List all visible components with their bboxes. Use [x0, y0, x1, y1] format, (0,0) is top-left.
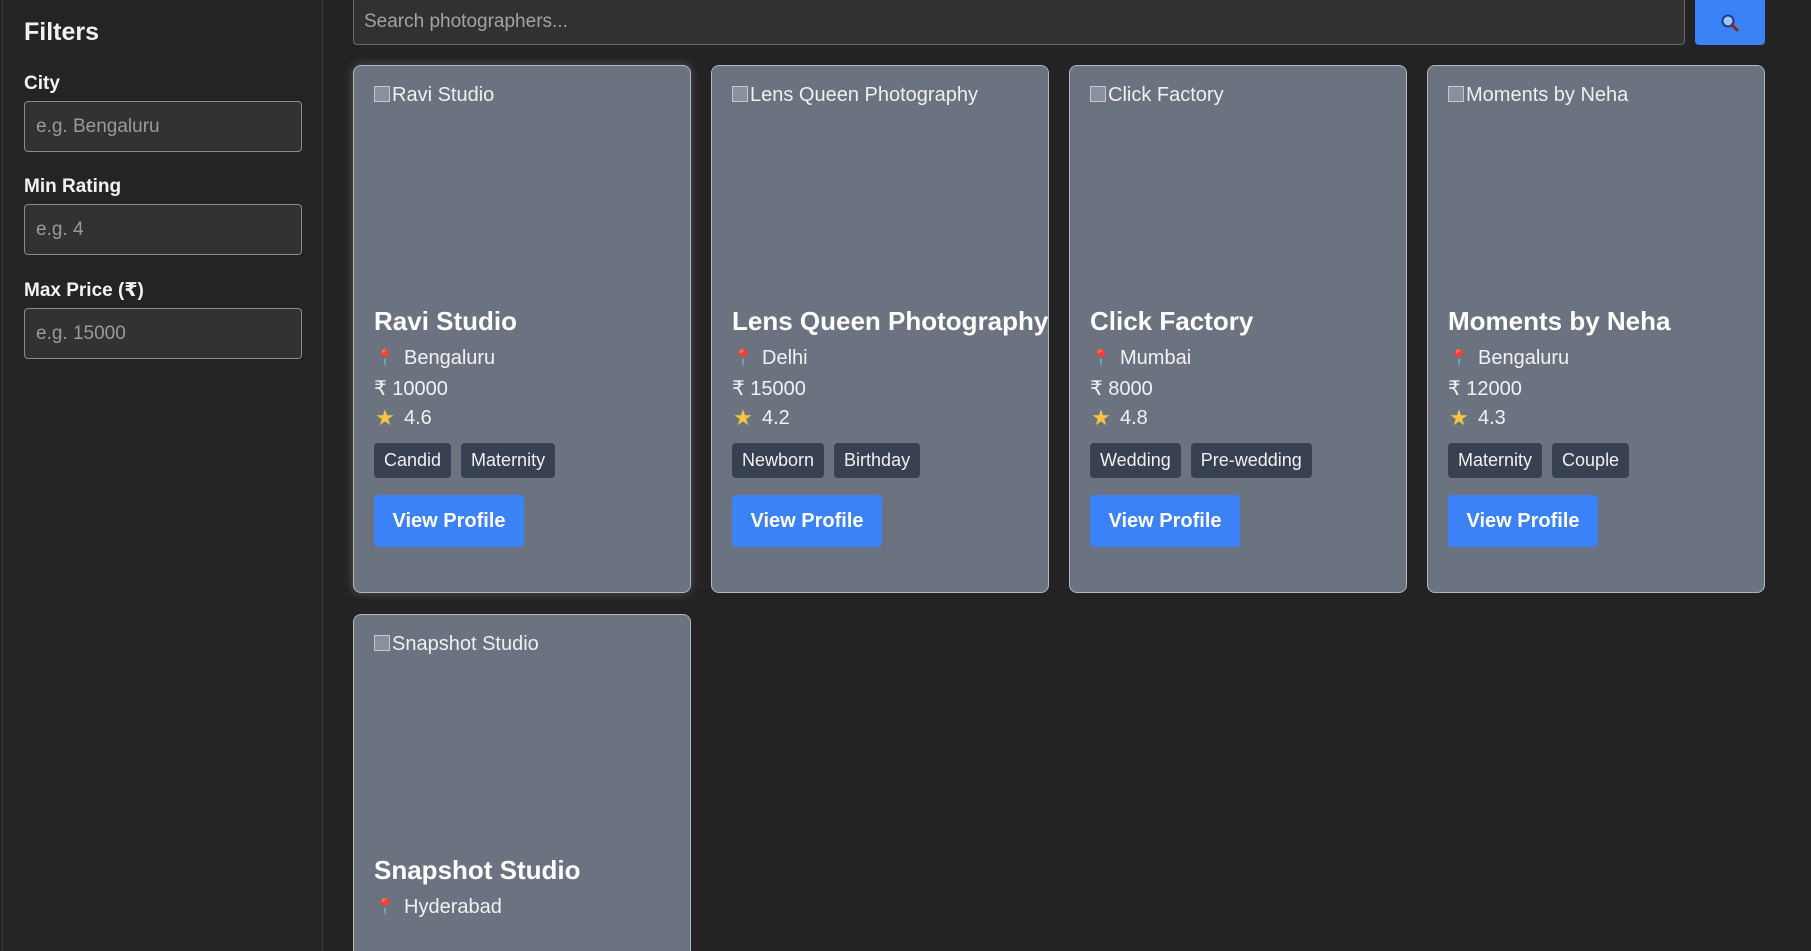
broken-image-icon — [732, 86, 748, 102]
photographer-card: Ravi Studio Ravi Studio 📍 Bengaluru ₹ 10… — [353, 65, 691, 593]
card-city: Delhi — [762, 346, 808, 369]
card-price: ₹ 12000 — [1448, 377, 1522, 400]
search-icon — [1721, 14, 1739, 31]
card-image-alt: Lens Queen Photography — [750, 84, 978, 106]
card-rating: ★ 4.8 — [1090, 403, 1386, 433]
view-profile-button[interactable]: View Profile — [732, 495, 882, 547]
card-location: 📍 Mumbai — [1090, 343, 1386, 373]
min-rating-label: Min Rating — [24, 176, 122, 197]
card-location: 📍 Bengaluru — [374, 343, 670, 373]
card-city: Mumbai — [1120, 346, 1192, 369]
card-name: Lens Queen Photography — [732, 306, 1049, 336]
card-tags: Candid Maternity — [374, 443, 670, 478]
card-image-alt: Moments by Neha — [1466, 84, 1629, 106]
card-rating-value: 4.6 — [404, 406, 432, 429]
tag: Wedding — [1090, 443, 1181, 478]
card-image-alt: Click Factory — [1108, 84, 1224, 106]
max-price-label: Max Price (₹) — [24, 280, 144, 301]
search-button[interactable] — [1695, 0, 1765, 45]
tag: Newborn — [732, 443, 825, 478]
pin-icon: 📍 — [375, 899, 395, 916]
card-price: ₹ 10000 — [374, 377, 448, 400]
card-price: ₹ 15000 — [732, 377, 806, 400]
photographer-card: Lens Queen Photography Lens Queen Photog… — [711, 65, 1049, 593]
star-icon: ★ — [1091, 405, 1111, 430]
card-image: Ravi Studio — [374, 84, 670, 306]
card-tags: Newborn Birthday — [732, 443, 1028, 478]
card-location: 📍 Hyderabad — [374, 892, 670, 922]
card-tags: Wedding Pre-wedding — [1090, 443, 1386, 478]
card-tags: Maternity Couple — [1448, 443, 1744, 478]
card-location: 📍 Bengaluru — [1448, 343, 1744, 373]
card-name: Click Factory — [1090, 306, 1254, 336]
tag: Birthday — [834, 443, 921, 478]
pin-icon: 📍 — [733, 350, 753, 367]
card-location: 📍 Delhi — [732, 343, 1028, 373]
card-name: Snapshot Studio — [374, 855, 581, 885]
tag: Candid — [374, 443, 452, 478]
card-name: Moments by Neha — [1448, 306, 1671, 336]
pin-icon: 📍 — [1449, 350, 1469, 367]
search-input[interactable] — [353, 0, 1685, 45]
filters-sidebar: Filters City Min Rating Max Price (₹) — [2, 0, 323, 951]
card-image-alt: Snapshot Studio — [392, 633, 539, 655]
pin-icon: 📍 — [1091, 350, 1111, 367]
broken-image-icon — [1448, 86, 1464, 102]
broken-image-icon — [374, 635, 390, 651]
card-price: ₹ 8000 — [1090, 377, 1153, 400]
star-icon: ★ — [1449, 405, 1469, 430]
broken-image-icon — [374, 86, 390, 102]
card-image: Snapshot Studio — [374, 633, 670, 855]
card-rating-value: 4.8 — [1120, 406, 1148, 429]
card-rating-value: 4.3 — [1478, 406, 1506, 429]
star-icon: ★ — [375, 405, 395, 430]
view-profile-button[interactable]: View Profile — [1448, 495, 1598, 547]
card-image: Lens Queen Photography — [732, 84, 1028, 306]
tag: Pre-wedding — [1190, 443, 1312, 478]
photographer-card: Moments by Neha Moments by Neha 📍 Bengal… — [1427, 65, 1765, 593]
card-rating: ★ 4.2 — [732, 403, 1028, 433]
card-name: Ravi Studio — [374, 306, 518, 336]
tag: Maternity — [1448, 443, 1543, 478]
min-rating-input[interactable] — [24, 204, 302, 255]
card-image: Moments by Neha — [1448, 84, 1744, 306]
tag: Couple — [1552, 443, 1630, 478]
card-city: Bengaluru — [1478, 346, 1570, 369]
filters-title: Filters — [24, 18, 100, 46]
pin-icon: 📍 — [375, 350, 395, 367]
card-rating: ★ 4.3 — [1448, 403, 1744, 433]
tag: Maternity — [461, 443, 556, 478]
view-profile-button[interactable]: View Profile — [374, 495, 524, 547]
card-image-alt: Ravi Studio — [392, 84, 495, 106]
card-city: Bengaluru — [404, 346, 496, 369]
view-profile-button[interactable]: View Profile — [1090, 495, 1240, 547]
max-price-input[interactable] — [24, 308, 302, 359]
card-city: Hyderabad — [404, 895, 502, 918]
card-rating-value: 4.2 — [762, 406, 790, 429]
photographer-card: Click Factory Click Factory 📍 Mumbai ₹ 8… — [1069, 65, 1407, 593]
broken-image-icon — [1090, 86, 1106, 102]
star-icon: ★ — [733, 405, 753, 430]
city-input[interactable] — [24, 101, 302, 152]
photographer-card: Snapshot Studio Snapshot Studio 📍 Hydera… — [353, 614, 691, 951]
city-label: City — [24, 73, 60, 94]
card-rating: ★ 4.6 — [374, 403, 670, 433]
card-image: Click Factory — [1090, 84, 1386, 306]
